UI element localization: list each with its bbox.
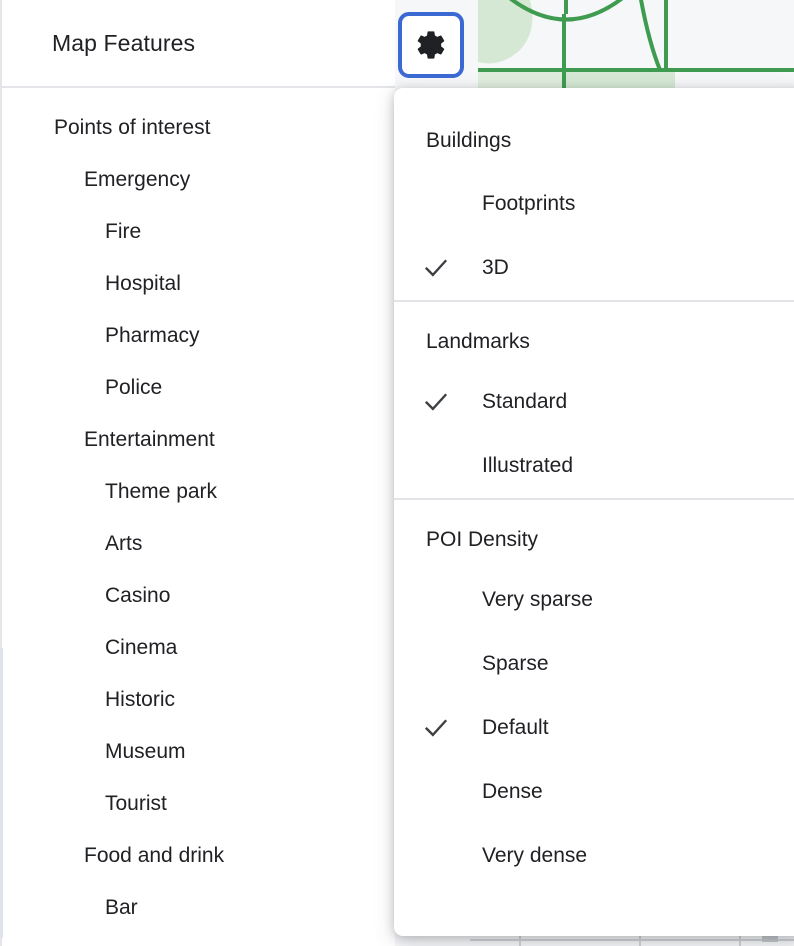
tree-item-pharmacy[interactable]: Pharmacy (2, 310, 395, 362)
menu-item-default[interactable]: Default (394, 696, 794, 760)
check-icon (394, 253, 482, 283)
map-features-tree: Points of interest Emergency Fire Hospit… (2, 88, 395, 934)
menu-item-standard[interactable]: Standard (394, 370, 794, 434)
tree-item-label: Entertainment (84, 428, 215, 451)
tree-item-label: Pharmacy (105, 324, 200, 347)
tree-item-label: Points of interest (54, 116, 211, 139)
tree-item-label: Tourist (105, 792, 167, 815)
panel-scroll-indicator (0, 648, 3, 938)
check-icon (394, 387, 482, 417)
menu-item-label: 3D (482, 256, 509, 279)
tree-item-tourist[interactable]: Tourist (2, 778, 395, 830)
tree-item-label: Museum (105, 740, 186, 763)
menu-item-label: Very dense (482, 844, 588, 867)
tree-item-arts[interactable]: Arts (2, 518, 395, 570)
tree-item-points-of-interest[interactable]: Points of interest (2, 102, 395, 154)
menu-item-sparse[interactable]: Sparse (394, 632, 794, 696)
menu-item-very-dense[interactable]: Very dense (394, 824, 794, 888)
menu-item-label: Standard (482, 390, 568, 413)
check-icon (394, 713, 482, 743)
menu-item-label: Default (482, 716, 549, 739)
tree-item-museum[interactable]: Museum (2, 726, 395, 778)
tree-item-food-and-drink[interactable]: Food and drink (2, 830, 395, 882)
tree-item-fire[interactable]: Fire (2, 206, 395, 258)
tree-item-label: Hospital (105, 272, 181, 295)
app-root: Map Features Points of interest Emergenc… (0, 0, 794, 946)
map-features-panel: Map Features Points of interest Emergenc… (0, 0, 395, 946)
map-settings-menu: Buildings Footprints 3D Landmarks Standa… (394, 88, 794, 936)
tree-item-label: Historic (105, 688, 176, 711)
tree-item-label: Emergency (84, 168, 191, 191)
tree-item-emergency[interactable]: Emergency (2, 154, 395, 206)
menu-item-dense[interactable]: Dense (394, 760, 794, 824)
menu-section-title: Landmarks (426, 330, 530, 353)
tree-item-label: Police (105, 376, 163, 399)
menu-item-3d[interactable]: 3D (394, 236, 794, 300)
menu-item-label: Dense (482, 780, 543, 803)
tree-item-theme-park[interactable]: Theme park (2, 466, 395, 518)
tree-item-cinema[interactable]: Cinema (2, 622, 395, 674)
menu-section-landmarks: Landmarks Standard Illustrated (394, 300, 794, 498)
tree-item-bar[interactable]: Bar (2, 882, 395, 934)
panel-header: Map Features (2, 0, 395, 88)
menu-section-title: Buildings (426, 129, 512, 152)
menu-item-label: Sparse (482, 652, 549, 675)
menu-item-illustrated[interactable]: Illustrated (394, 434, 794, 498)
menu-item-very-sparse[interactable]: Very sparse (394, 568, 794, 632)
menu-item-footprints[interactable]: Footprints (394, 172, 794, 236)
tree-item-label: Bar (105, 896, 138, 919)
map-settings-button[interactable] (398, 12, 464, 78)
menu-item-label: Very sparse (482, 588, 593, 611)
tree-item-historic[interactable]: Historic (2, 674, 395, 726)
gear-icon (414, 28, 448, 62)
menu-section-poi-density: POI Density Very sparse Sparse Default D… (394, 498, 794, 888)
menu-item-label: Illustrated (482, 454, 574, 477)
tree-item-label: Theme park (105, 480, 218, 503)
menu-section-buildings: Buildings Footprints 3D (394, 88, 794, 300)
tree-item-label: Food and drink (84, 844, 225, 867)
tree-item-hospital[interactable]: Hospital (2, 258, 395, 310)
page-title: Map Features (52, 29, 196, 56)
tree-item-casino[interactable]: Casino (2, 570, 395, 622)
menu-item-label: Footprints (482, 192, 576, 215)
tree-item-label: Casino (105, 584, 171, 607)
tree-item-police[interactable]: Police (2, 362, 395, 414)
tree-item-entertainment[interactable]: Entertainment (2, 414, 395, 466)
tree-item-label: Arts (105, 532, 143, 555)
tree-item-label: Fire (105, 220, 142, 243)
menu-section-title: POI Density (426, 528, 539, 551)
tree-item-label: Cinema (105, 636, 178, 659)
